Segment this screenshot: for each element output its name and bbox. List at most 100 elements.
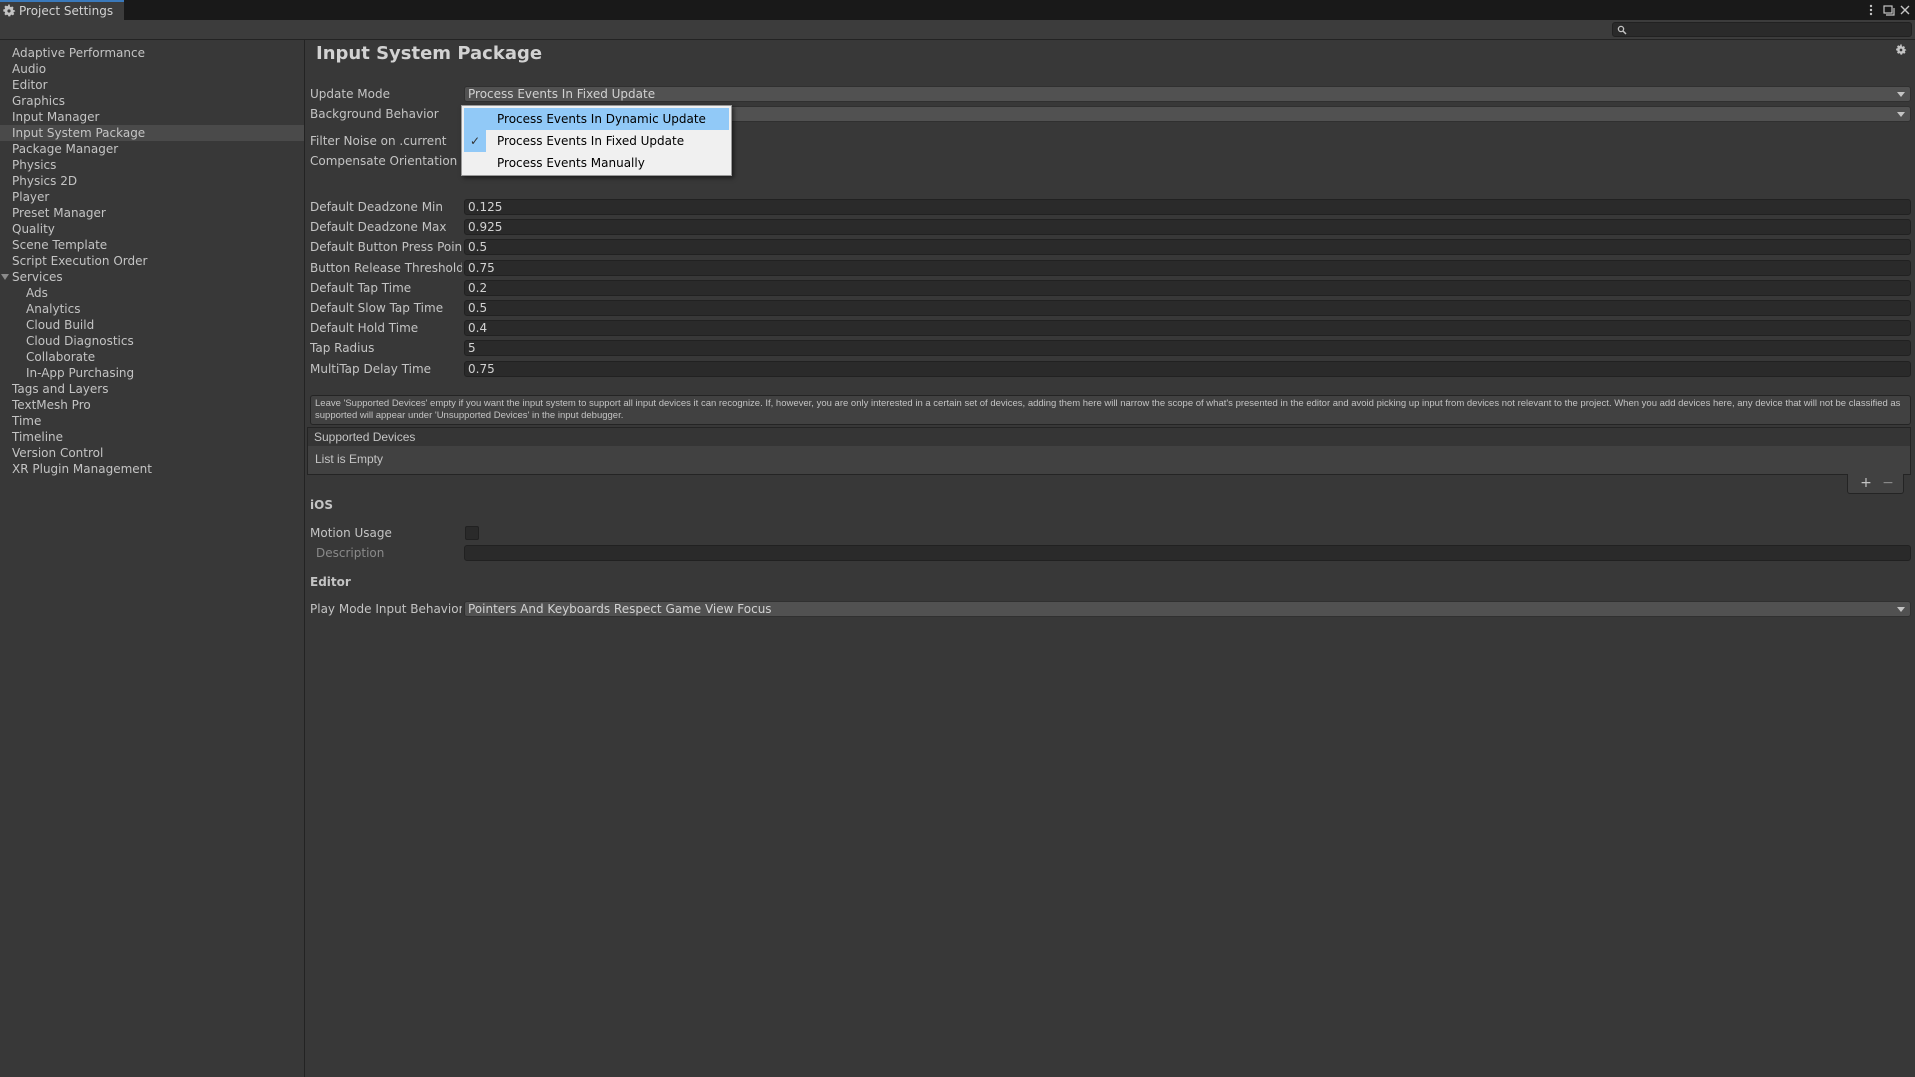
sidebar-item-input-manager[interactable]: Input Manager [0,109,304,125]
help-box: Leave 'Supported Devices' empty if you w… [310,395,1911,425]
play-mode-dropdown[interactable]: Pointers And Keyboards Respect Game View… [464,601,1911,617]
search-input[interactable] [1612,22,1912,37]
setting-label: Default Hold Time [310,321,419,336]
sidebar-item-label: Cloud Diagnostics [26,334,134,348]
settings-gear-icon[interactable] [1895,44,1907,56]
sidebar-item-label: Editor [12,78,48,92]
supported-devices-list: List is Empty [307,446,1911,475]
sidebar: Adaptive Performance Audio Editor Graphics I… [0,40,305,1077]
sidebar-item-label: Player [12,190,50,204]
play-mode-value: Pointers And Keyboards Respect Game View… [468,602,772,616]
sidebar-item-package-manager[interactable]: Package Manager [0,141,304,157]
close-icon [1900,5,1910,15]
tab-title: Project Settings [19,4,114,18]
sidebar-item-tags-and-layers[interactable]: Tags and Layers [0,381,304,397]
chevron-down-icon [1897,92,1905,97]
sidebar-item-audio[interactable]: Audio [0,61,304,77]
popup-option-dynamic[interactable]: Process Events In Dynamic Update [464,108,729,130]
expand-triangle-icon[interactable] [1,274,9,280]
setting-row: Default Hold Time 0.4 [310,319,1915,337]
sidebar-item-physics[interactable]: Physics [0,157,304,173]
more-options-button[interactable] [1866,2,1876,18]
sidebar-item-xr-plugin-management[interactable]: XR Plugin Management [0,461,304,477]
sidebar-item-adaptive-performance[interactable]: Adaptive Performance [0,45,304,61]
description-row: Description [310,544,1915,562]
setting-value-input[interactable]: 0.2 [464,279,1911,296]
setting-row: Default Button Press Point 0.5 [310,238,1915,256]
tab-project-settings[interactable]: Project Settings [0,0,124,20]
sidebar-item-cloud-diagnostics[interactable]: Cloud Diagnostics [0,333,304,349]
setting-row: Default Deadzone Max 0.925 [310,218,1915,236]
sidebar-item-timeline[interactable]: Timeline [0,429,304,445]
description-label: Description [316,546,385,560]
motion-usage-label: Motion Usage [310,526,392,540]
sidebar-item-scene-template[interactable]: Scene Template [0,237,304,253]
compensate-orientation-label: Compensate Orientation [310,154,458,168]
sidebar-item-physics-2d[interactable]: Physics 2D [0,173,304,189]
sidebar-item-label: Collaborate [26,350,96,364]
sidebar-item-collaborate[interactable]: Collaborate [0,349,304,365]
setting-value-input[interactable]: 0.75 [464,259,1911,276]
sidebar-item-quality[interactable]: Quality [0,221,304,237]
chevron-down-icon [1897,112,1905,117]
setting-label: Default Slow Tap Time [310,301,444,315]
sidebar-item-services[interactable]: Services [0,269,304,285]
sidebar-item-label: In-App Purchasing [26,366,135,380]
sidebar-item-label: Services [12,270,63,284]
sidebar-item-label: Tags and Layers [12,382,109,396]
update-mode-label: Update Mode [310,87,390,101]
supported-devices-header[interactable]: Supported Devices [307,427,1911,447]
popup-option-manual[interactable]: Process Events Manually [464,152,729,174]
sidebar-item-cloud-build[interactable]: Cloud Build [0,317,304,333]
sidebar-item-editor[interactable]: Editor [0,77,304,93]
popup-option-fixed[interactable]: ✓ Process Events In Fixed Update [464,130,729,152]
sidebar-item-label: Script Execution Order [12,254,148,268]
plus-icon: + [1860,475,1872,491]
motion-usage-checkbox[interactable] [465,526,479,540]
sidebar-item-in-app-purchasing[interactable]: In-App Purchasing [0,365,304,381]
sidebar-item-textmesh-pro[interactable]: TextMesh Pro [0,397,304,413]
sidebar-item-label: Scene Template [12,238,108,252]
update-mode-row: Update Mode Process Events In Fixed Upda… [310,85,1915,103]
minus-icon: − [1882,475,1894,491]
maximize-button[interactable] [1882,2,1896,18]
setting-row: Tap Radius 5 [310,339,1915,357]
play-mode-row: Play Mode Input Behavior Pointers And Ke… [310,600,1915,618]
close-button[interactable] [1898,2,1912,18]
sidebar-item-analytics[interactable]: Analytics [0,301,304,317]
setting-value-input[interactable]: 0.5 [464,239,1911,256]
sidebar-item-label: Graphics [12,94,65,108]
setting-value-input[interactable]: 0.925 [464,219,1911,236]
sidebar-item-label: Physics [12,158,57,172]
sidebar-item-ads[interactable]: Ads [0,285,304,301]
setting-value-input[interactable]: 5 [464,340,1911,357]
sidebar-item-label: Preset Manager [12,206,106,220]
update-mode-value: Process Events In Fixed Update [468,87,656,101]
setting-label: Default Deadzone Min [310,200,443,214]
setting-row: Default Slow Tap Time 0.5 [310,299,1915,317]
sidebar-item-script-execution-order[interactable]: Script Execution Order [0,253,304,269]
setting-value-input[interactable]: 0.75 [464,360,1911,377]
sidebar-item-preset-manager[interactable]: Preset Manager [0,205,304,221]
update-mode-dropdown[interactable]: Process Events In Fixed Update [464,86,1911,102]
sidebar-item-label: Package Manager [12,142,119,156]
sidebar-item-time[interactable]: Time [0,413,304,429]
sidebar-item-version-control[interactable]: Version Control [0,445,304,461]
setting-label: Default Tap Time [310,280,412,295]
add-device-button[interactable]: + [1856,475,1876,491]
sidebar-item-player[interactable]: Player [0,189,304,205]
sidebar-item-label: Version Control [12,446,104,460]
description-input[interactable] [464,545,1911,561]
setting-value-input[interactable]: 0.125 [464,199,1911,215]
setting-row: MultiTap Delay Time 0.75 [310,360,1915,378]
setting-value-input[interactable]: 0.4 [464,320,1911,337]
sidebar-item-label: Physics 2D [12,174,78,188]
ios-heading: iOS [310,498,333,512]
sidebar-item-label: Audio [12,62,47,76]
sidebar-item-input-system-package[interactable]: Input System Package [0,125,304,141]
play-mode-label: Play Mode Input Behavior [310,602,462,616]
setting-value-input[interactable]: 0.5 [464,300,1911,316]
remove-device-button[interactable]: − [1878,475,1898,491]
sidebar-item-graphics[interactable]: Graphics [0,93,304,109]
page-title: Input System Package [316,43,543,64]
